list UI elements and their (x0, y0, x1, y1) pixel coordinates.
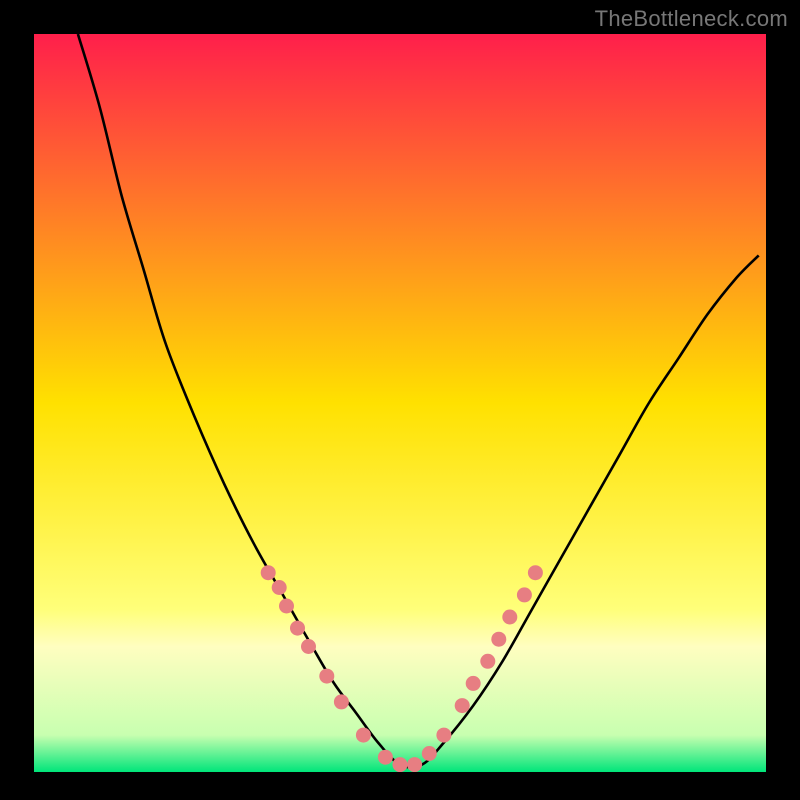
chart-svg (34, 34, 766, 772)
marker-dot (272, 580, 287, 595)
marker-dot (502, 610, 517, 625)
watermark-text: TheBottleneck.com (595, 6, 788, 32)
gradient-bg (34, 34, 766, 772)
marker-dot (290, 621, 305, 636)
marker-dot (455, 698, 470, 713)
chart-root: TheBottleneck.com (0, 0, 800, 800)
marker-dot (480, 654, 495, 669)
marker-dot (393, 757, 408, 772)
plot-area (34, 34, 766, 772)
marker-dot (261, 565, 276, 580)
marker-dot (517, 587, 532, 602)
marker-dot (491, 632, 506, 647)
marker-dot (528, 565, 543, 580)
marker-dot (334, 694, 349, 709)
marker-dot (301, 639, 316, 654)
marker-dot (436, 728, 451, 743)
marker-dot (407, 757, 422, 772)
marker-dot (378, 750, 393, 765)
marker-dot (422, 746, 437, 761)
marker-dot (319, 669, 334, 684)
marker-dot (279, 599, 294, 614)
marker-dot (356, 728, 371, 743)
marker-dot (466, 676, 481, 691)
